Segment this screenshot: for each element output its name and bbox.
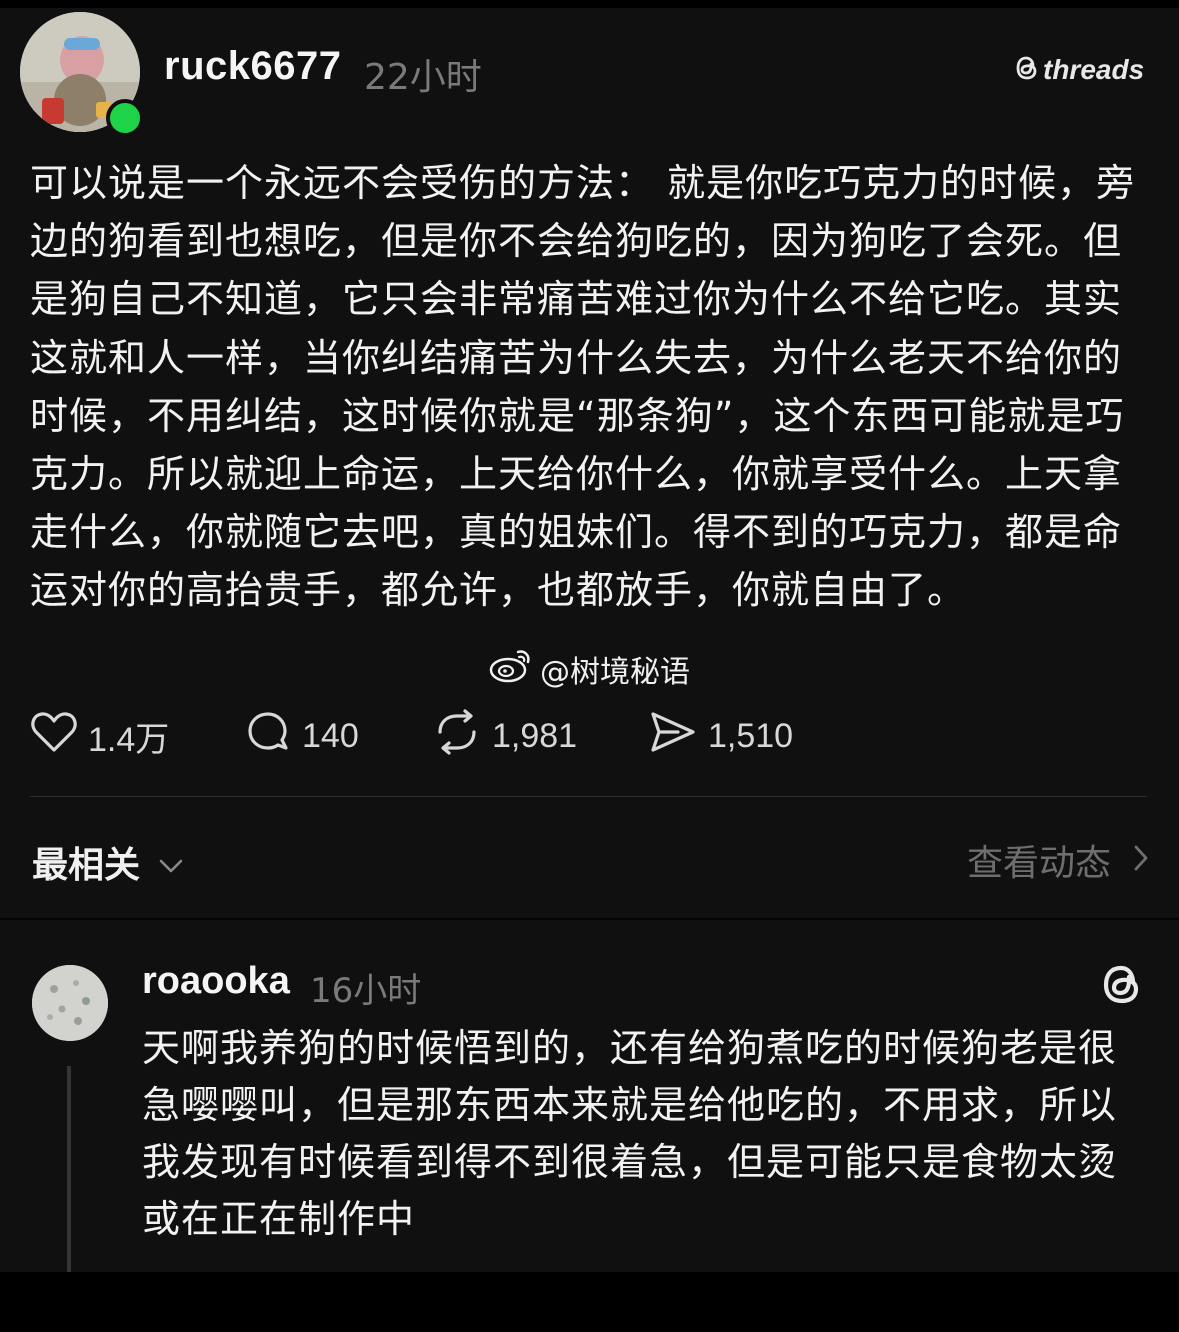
watermark-text: @树境秘语 xyxy=(540,655,690,690)
online-status-dot xyxy=(106,99,144,137)
share-button[interactable]: 1,510 xyxy=(648,706,793,766)
threads-logo-icon xyxy=(1098,960,1146,1008)
sort-dropdown[interactable]: 最相关 xyxy=(32,836,184,888)
reply-time: 16小时 xyxy=(310,971,422,1011)
comment-button[interactable]: 140 xyxy=(244,706,359,766)
comment-icon xyxy=(244,708,292,765)
share-count: 1,510 xyxy=(708,716,794,755)
like-button[interactable]: 1.4万 xyxy=(30,706,169,766)
comment-count: 140 xyxy=(302,716,359,755)
watermark: @树境秘语 xyxy=(488,646,690,692)
sort-label: 最相关 xyxy=(32,845,141,886)
reply-avatar[interactable] xyxy=(32,965,108,1041)
chevron-right-icon xyxy=(1133,840,1149,881)
share-icon xyxy=(648,709,698,764)
weibo-icon xyxy=(488,646,534,692)
post-time: 22小时 xyxy=(364,57,482,98)
reply-body: 天啊我养狗的时候悟到的，还有给狗煮吃的时候狗老是很急嘤嘤叫，但是那东西本来就是给… xyxy=(142,1026,1118,1241)
post-body: 可以说是一个永远不会受伤的方法： 就是你吃巧克力的时候，旁边的狗看到也想吃，但是… xyxy=(30,161,1136,613)
like-count: 1.4万 xyxy=(88,720,170,759)
threads-logo-icon xyxy=(1014,54,1040,86)
repost-button[interactable]: 1,981 xyxy=(432,706,577,766)
view-activity-link[interactable]: 查看动态 xyxy=(967,834,1149,886)
view-activity-label: 查看动态 xyxy=(966,843,1111,884)
author-name[interactable]: ruck6677 xyxy=(164,44,341,89)
reply-author-name[interactable]: roaooka xyxy=(142,960,290,1003)
repost-count: 1,981 xyxy=(492,716,578,755)
threads-brand-text: threads xyxy=(1043,54,1145,85)
top-strip xyxy=(0,0,1179,8)
thread-line xyxy=(67,1066,71,1272)
actions-divider xyxy=(30,796,1147,797)
heart-icon xyxy=(30,710,78,763)
post-actions: 1.4万 140 1,981 1,510 xyxy=(30,706,930,766)
threads-brand: threads xyxy=(1014,54,1144,86)
chevron-down-icon xyxy=(158,842,184,883)
bottom-strip xyxy=(0,1272,1179,1332)
repost-icon xyxy=(432,708,482,765)
